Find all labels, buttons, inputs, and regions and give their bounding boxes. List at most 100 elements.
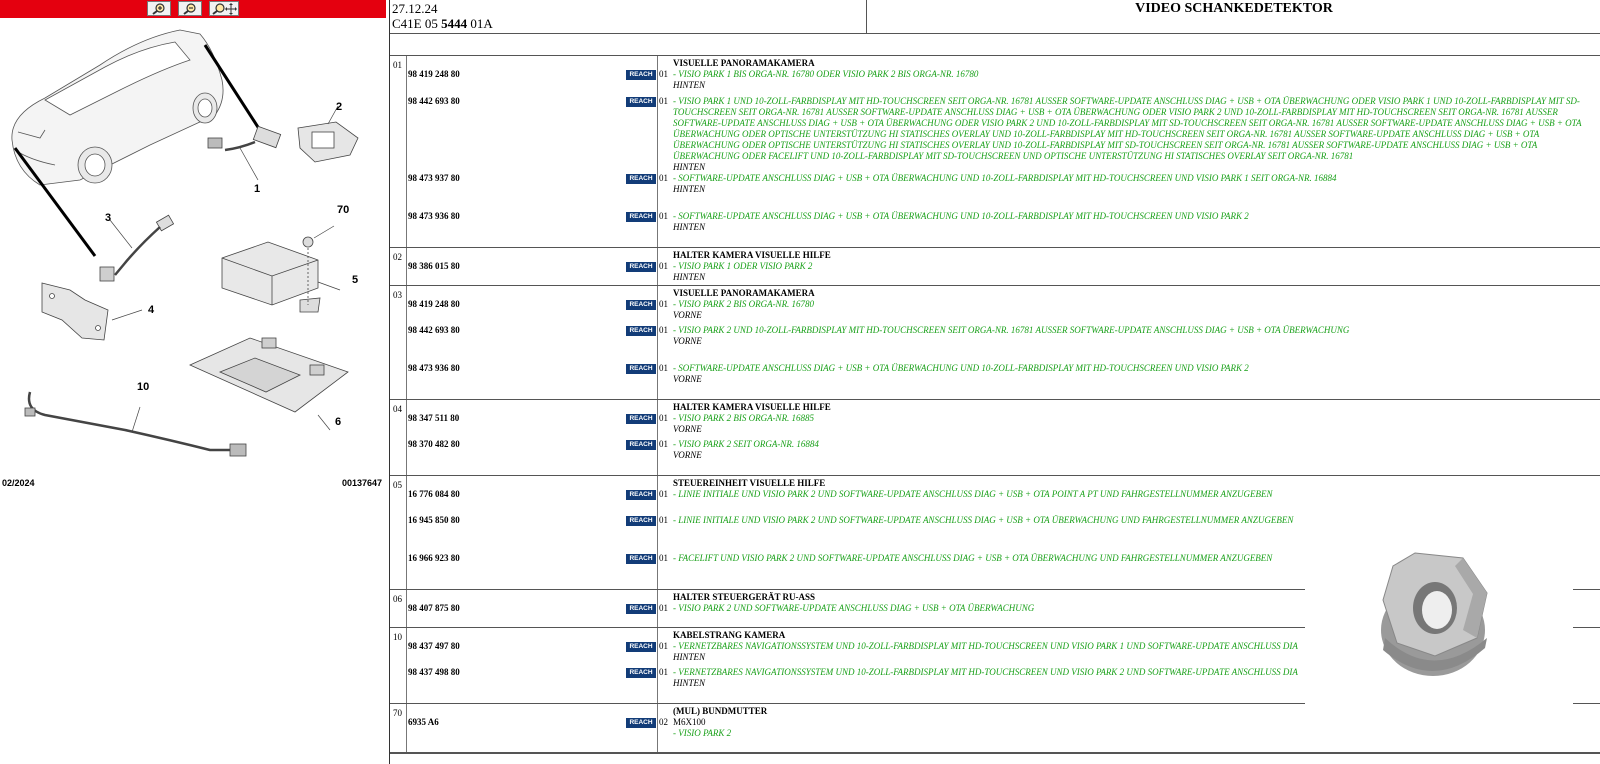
part-number[interactable]: 98 473 937 80: [408, 173, 460, 183]
header-code: C41E 05 5444 01A: [392, 16, 493, 32]
part-number[interactable]: 98 473 936 80: [408, 363, 460, 373]
diagram-date: 02/2024: [2, 478, 35, 488]
column-divider: [406, 400, 407, 475]
part-description: - SOFTWARE-UPDATE ANSCHLUSS DIAG + USB +…: [673, 363, 1249, 373]
reach-badge: REACH: [626, 440, 656, 450]
code-suffix: 01A: [467, 16, 493, 31]
part-description: - VISIO PARK 2 BIS ORGA-NR. 16885: [673, 413, 815, 423]
callout-70: 70: [337, 204, 349, 216]
group-01: 01 VISUELLE PANORAMAKAMERA 98 419 248 80 RE…: [390, 56, 1600, 248]
part-2-bracket: [297, 105, 359, 163]
zoom-in-button[interactable]: [147, 1, 171, 16]
part-description: - VISIO PARK 1 ODER VISIO PARK 2: [673, 261, 813, 271]
reach-badge: REACH: [626, 70, 656, 80]
part-70-nut: [302, 225, 335, 305]
zoom-out-icon: [183, 3, 196, 15]
part-quantity: 01: [659, 667, 668, 677]
reach-badge: REACH: [626, 212, 656, 222]
part-description: - VISIO PARK 1 UND 10-ZOLL-FARBDISPLAY M…: [673, 96, 1582, 161]
zoom-out-button[interactable]: [178, 1, 202, 16]
part-quantity: 02: [659, 717, 668, 727]
part-location: HINTEN: [673, 80, 706, 90]
part-quantity: 01: [659, 325, 668, 335]
part-quantity: 01: [659, 413, 668, 423]
part-number[interactable]: 98 473 936 80: [408, 211, 460, 221]
part-number[interactable]: 16 966 923 80: [408, 553, 460, 563]
group-number: 06: [393, 594, 402, 604]
diagram-pane: 2 1 3 70 5 4 10 6 02/2024 00137647: [0, 0, 386, 764]
part-quantity: 01: [659, 363, 668, 373]
code-prefix: C41E 05: [392, 16, 442, 31]
header-rule: [390, 33, 1600, 34]
part-number[interactable]: 98 442 693 80: [408, 96, 460, 106]
part-location: HINTEN: [673, 222, 706, 232]
callout-5: 5: [352, 274, 358, 286]
part-5-control-unit: [221, 241, 341, 313]
part-location: VORNE: [673, 424, 702, 434]
part-number[interactable]: 98 419 248 80: [408, 69, 460, 79]
part-location: VORNE: [673, 336, 702, 346]
column-divider: [657, 704, 658, 752]
part-description: - SOFTWARE-UPDATE ANSCHLUSS DIAG + USB +…: [673, 173, 1337, 183]
column-divider: [406, 286, 407, 399]
reach-badge: REACH: [626, 414, 656, 424]
part-number[interactable]: 98 347 511 80: [408, 413, 459, 423]
reach-badge: REACH: [626, 326, 656, 336]
part-number[interactable]: 98 370 482 80: [408, 439, 460, 449]
part-description: - VISIO PARK 2 SEIT ORGA-NR. 16884: [673, 439, 819, 449]
group-title: VISUELLE PANORAMAKAMERA: [673, 288, 815, 298]
group-title: VISUELLE PANORAMAKAMERA: [673, 58, 815, 68]
diagram-toolbar: [0, 0, 386, 18]
column-divider: [657, 628, 658, 703]
part-1-camera: [207, 125, 282, 181]
part-number[interactable]: 98 407 875 80: [408, 603, 460, 613]
column-divider: [406, 248, 407, 285]
group-number: 03: [393, 290, 402, 300]
zoom-in-icon: [152, 3, 165, 15]
part-location: HINTEN: [673, 162, 706, 172]
part-number[interactable]: 98 419 248 80: [408, 299, 460, 309]
group-title: HALTER STEUERGERÄT RU-ASS: [673, 592, 816, 602]
part-description: - LINIE INITIALE UND VISIO PARK 2 UND SO…: [673, 515, 1294, 525]
column-divider: [657, 476, 658, 589]
callout-6: 6: [335, 416, 341, 428]
reach-badge: REACH: [626, 174, 656, 184]
part-description: - VERNETZBARES NAVIGATIONSSYSTEM UND 10-…: [673, 667, 1298, 677]
column-divider: [406, 628, 407, 703]
part-quantity: 01: [659, 603, 668, 613]
part-quantity: 01: [659, 489, 668, 499]
part-10-harness: [24, 391, 247, 457]
part-description: - LINIE INITIALE UND VISIO PARK 2 UND SO…: [673, 489, 1273, 499]
column-divider: [406, 590, 407, 627]
part-location: HINTEN: [673, 184, 706, 194]
reach-badge: REACH: [626, 262, 656, 272]
column-divider: [657, 56, 658, 247]
reach-badge: REACH: [626, 97, 656, 107]
reach-badge: REACH: [626, 718, 656, 728]
group-number: 02: [393, 252, 402, 262]
part-number[interactable]: 6935 A6: [408, 717, 439, 727]
group-title: HALTER KAMERA VISUELLE HILFE: [673, 250, 831, 260]
part-number[interactable]: 98 442 693 80: [408, 325, 460, 335]
exploded-parts-diagram[interactable]: 2 1 3 70 5 4 10 6: [0, 20, 386, 470]
part-number[interactable]: 16 776 084 80: [408, 489, 460, 499]
part-number[interactable]: 98 437 498 80: [408, 667, 460, 677]
zoom-pan-button[interactable]: [209, 1, 239, 16]
part-quantity: 01: [659, 299, 668, 309]
part-number[interactable]: 16 945 850 80: [408, 515, 460, 525]
part-description: - VISIO PARK 2 BIS ORGA-NR. 16780: [673, 299, 815, 309]
part-location: HINTEN: [673, 678, 706, 688]
part-quantity: 01: [659, 69, 668, 79]
code-bold: 5444: [441, 16, 468, 31]
part-number[interactable]: 98 386 015 80: [408, 261, 460, 271]
part-description: - VISIO PARK 2 UND 10-ZOLL-FARBDISPLAY M…: [673, 325, 1350, 335]
part-6-support: [189, 337, 349, 431]
column-divider: [657, 590, 658, 627]
part-number[interactable]: 98 437 497 80: [408, 641, 460, 651]
reach-badge: REACH: [626, 300, 656, 310]
reach-badge: REACH: [626, 516, 656, 526]
callout-4: 4: [148, 304, 155, 316]
column-divider: [657, 248, 658, 285]
nut-preview-image: [1305, 538, 1573, 734]
reach-badge: REACH: [626, 490, 656, 500]
